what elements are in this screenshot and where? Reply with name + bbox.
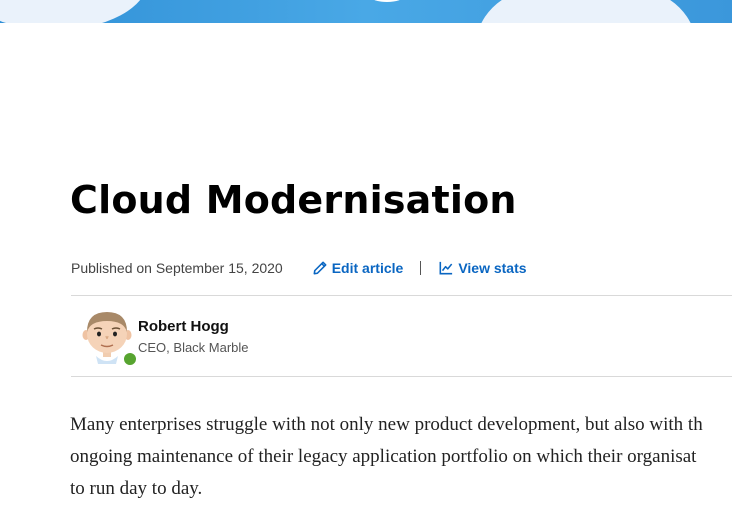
article-body: Many enterprises struggle with not only …: [70, 409, 732, 505]
presence-status-icon: [122, 351, 138, 367]
author-card[interactable]: Robert Hogg CEO, Black Marble: [82, 308, 249, 367]
chart-icon: [439, 261, 453, 275]
avatar[interactable]: [82, 308, 138, 367]
divider: [71, 295, 732, 296]
edit-article-label: Edit article: [331, 260, 404, 276]
body-line: to run day to day.: [70, 478, 203, 499]
cloud-shape: [0, 0, 148, 23]
author-role: CEO, Black Marble: [138, 340, 249, 355]
cloud-shape: [370, 0, 404, 2]
view-stats-button[interactable]: View stats: [439, 260, 527, 276]
cloud-shape: [475, 0, 697, 23]
edit-article-button[interactable]: Edit article: [313, 260, 404, 276]
article-title: Cloud Modernisation: [70, 178, 517, 222]
body-line: Many enterprises struggle with not only …: [70, 414, 703, 435]
author-info: Robert Hogg CEO, Black Marble: [138, 318, 249, 364]
cover-banner: [0, 0, 732, 23]
view-stats-label: View stats: [458, 260, 527, 276]
published-date: Published on September 15, 2020: [71, 260, 283, 276]
body-line: ongoing maintenance of their legacy appl…: [70, 446, 697, 467]
divider: [71, 376, 732, 377]
pencil-icon: [313, 261, 327, 275]
meta-divider: [420, 261, 422, 275]
article-meta: Published on September 15, 2020 Edit art…: [71, 258, 527, 278]
author-name[interactable]: Robert Hogg: [138, 318, 249, 336]
